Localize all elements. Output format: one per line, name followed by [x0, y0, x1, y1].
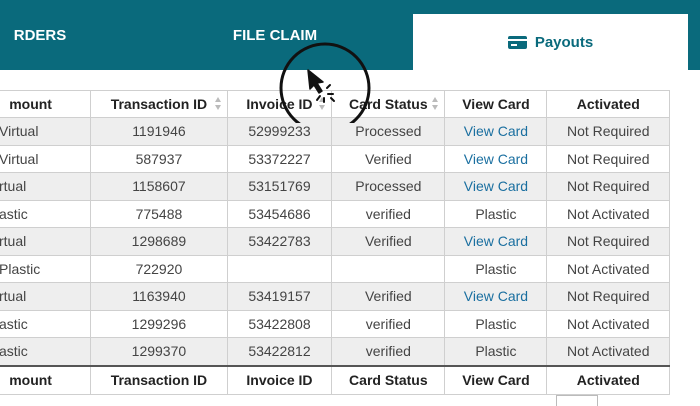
cell-activated: Not Activated — [546, 337, 670, 366]
table-row: Virtual 1191946 52999233 Processed View … — [0, 117, 670, 146]
view-card-link[interactable]: View Card — [464, 288, 528, 304]
cell-card-status: Verified — [331, 144, 446, 173]
cell-card-status: verified — [331, 199, 446, 228]
col-header-invoice-id[interactable]: Invoice ID — [226, 90, 333, 118]
cell-invoice-id: 53422812 — [226, 337, 333, 366]
sort-icon[interactable] — [214, 97, 222, 111]
cell-invoice-id — [226, 254, 333, 283]
col-footer-view-card: View Card — [444, 364, 548, 395]
cell-view-card: Plastic — [444, 309, 548, 338]
cell-view-card: View Card — [444, 172, 548, 201]
cell-transaction-id: 587937 — [90, 144, 228, 173]
view-card-link[interactable]: View Card — [464, 233, 528, 249]
cell-transaction-id: 1158607 — [90, 172, 228, 201]
table-row: rtual 1298689 53422783 Verified View Car… — [0, 227, 670, 256]
cell-invoice-id: 53419157 — [226, 282, 333, 311]
cell-card-status: Verified — [331, 282, 446, 311]
cell-view-card: Plastic — [444, 337, 548, 366]
cell-card-status — [331, 254, 446, 283]
tab-file-claim[interactable]: FILE CLAIM — [200, 0, 350, 70]
cell-amount: rtual — [0, 227, 92, 256]
cell-amount: Virtual — [0, 117, 92, 146]
cell-invoice-id: 53372227 — [226, 144, 333, 173]
cell-activated: Not Required — [546, 172, 670, 201]
cell-transaction-id: 1299296 — [90, 309, 228, 338]
table-row: rtual 1163940 53419157 Verified View Car… — [0, 282, 670, 311]
cell-amount: rtual — [0, 172, 92, 201]
cell-activated: Not Required — [546, 144, 670, 173]
cell-amount: Plastic — [0, 254, 92, 283]
table-row: astic 1299370 53422812 verified Plastic … — [0, 337, 670, 366]
cell-transaction-id: 1163940 — [90, 282, 228, 311]
cell-activated: Not Activated — [546, 199, 670, 228]
cell-amount: rtual — [0, 282, 92, 311]
cell-activated: Not Required — [546, 227, 670, 256]
cell-amount: astic — [0, 309, 92, 338]
cell-view-card: View Card — [444, 282, 548, 311]
col-footer-transaction-id: Transaction ID — [90, 364, 228, 395]
cell-view-card: View Card — [444, 144, 548, 173]
cell-card-status: Verified — [331, 227, 446, 256]
cell-invoice-id: 53151769 — [226, 172, 333, 201]
table-row: Plastic 722920 Plastic Not Activated — [0, 254, 670, 283]
view-card-link[interactable]: View Card — [464, 178, 528, 194]
col-header-card-status[interactable]: Card Status — [331, 90, 446, 118]
cell-amount: astic — [0, 199, 92, 228]
col-header-amount[interactable]: mount — [0, 90, 92, 118]
payouts-table: mount Transaction ID Invoice ID Card Sta… — [0, 90, 670, 395]
cell-card-status: Processed — [331, 117, 446, 146]
sort-icon[interactable] — [319, 97, 326, 111]
sort-icon[interactable] — [432, 97, 439, 111]
top-nav-bar: RDERS FILE CLAIM Payouts — [0, 0, 700, 70]
cell-amount: astic — [0, 337, 92, 366]
col-footer-card-status: Card Status — [331, 364, 446, 395]
cell-activated: Not Required — [546, 117, 670, 146]
table-row: Virtual 587937 53372227 Verified View Ca… — [0, 144, 670, 173]
cell-transaction-id: 1298689 — [90, 227, 228, 256]
cell-invoice-id: 53454686 — [226, 199, 333, 228]
table-footer-row: mount Transaction ID Invoice ID Card Sta… — [0, 364, 670, 395]
page-size-select[interactable] — [556, 395, 598, 406]
col-header-activated: Activated — [546, 90, 670, 118]
cell-invoice-id: 53422808 — [226, 309, 333, 338]
cell-transaction-id: 1191946 — [90, 117, 228, 146]
tab-payouts-label: Payouts — [534, 33, 594, 51]
table-header-row: mount Transaction ID Invoice ID Card Sta… — [0, 90, 670, 118]
cell-card-status: verified — [331, 309, 446, 338]
cell-transaction-id: 1299370 — [90, 337, 228, 366]
cell-view-card: View Card — [444, 117, 548, 146]
col-footer-activated: Activated — [546, 364, 670, 395]
view-card-link[interactable]: View Card — [464, 151, 528, 167]
cell-activated: Not Activated — [546, 254, 670, 283]
cell-invoice-id: 53422783 — [226, 227, 333, 256]
col-header-transaction-id[interactable]: Transaction ID — [90, 90, 228, 118]
table-row: astic 1299296 53422808 verified Plastic … — [0, 309, 670, 338]
cell-transaction-id: 722920 — [90, 254, 228, 283]
table-row: astic 775488 53454686 verified Plastic N… — [0, 199, 670, 228]
credit-card-icon — [507, 35, 527, 49]
cell-transaction-id: 775488 — [90, 199, 228, 228]
cell-activated: Not Activated — [546, 309, 670, 338]
cell-view-card: View Card — [444, 227, 548, 256]
col-footer-amount: mount — [0, 364, 92, 395]
cell-card-status: verified — [331, 337, 446, 366]
col-footer-invoice-id: Invoice ID — [226, 364, 333, 395]
col-header-view-card: View Card — [444, 90, 548, 118]
view-card-link[interactable]: View Card — [464, 123, 528, 139]
cell-view-card: Plastic — [444, 254, 548, 283]
cell-card-status: Processed — [331, 172, 446, 201]
cell-activated: Not Required — [546, 282, 670, 311]
tab-orders[interactable]: RDERS — [0, 0, 100, 70]
cell-invoice-id: 52999233 — [226, 117, 333, 146]
tab-payouts[interactable]: Payouts — [413, 14, 688, 70]
cell-view-card: Plastic — [444, 199, 548, 228]
table-row: rtual 1158607 53151769 Processed View Ca… — [0, 172, 670, 201]
cell-amount: Virtual — [0, 144, 92, 173]
